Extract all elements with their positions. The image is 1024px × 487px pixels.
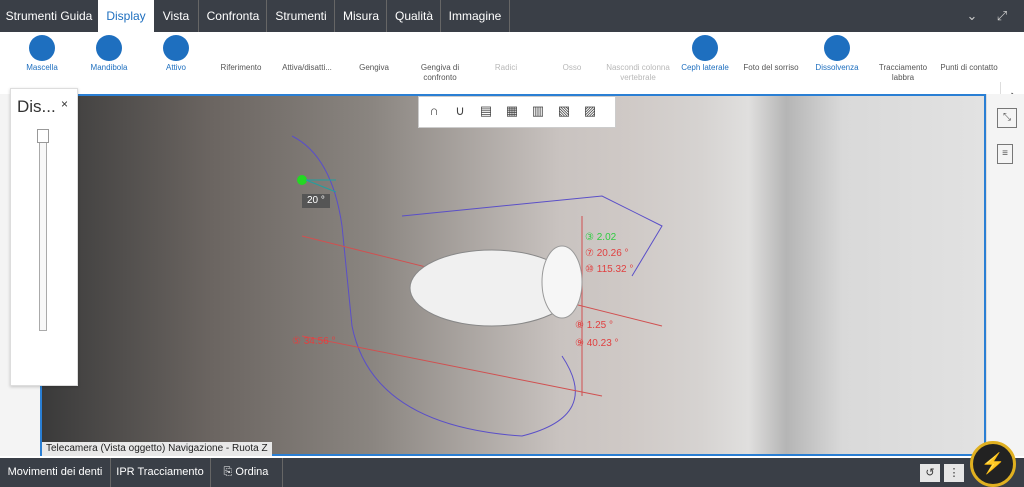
- toggle-icon: [294, 35, 320, 61]
- top-tab-bar: Strumenti Guida Display Vista Confronta …: [0, 0, 1024, 32]
- bone-icon: [559, 35, 585, 61]
- ipr-tracking-button[interactable]: IPR Tracciamento: [110, 458, 211, 487]
- contact-points-icon: [956, 35, 982, 61]
- bottom-bar: Movimenti dei denti IPR Tracciamento ⎘ O…: [0, 458, 1024, 487]
- dissolve-slider-track[interactable]: [39, 129, 47, 331]
- ribbon-contatto-button[interactable]: Punti di contatto: [937, 32, 1001, 92]
- side-view-icon[interactable]: ▦: [501, 100, 523, 122]
- reference-icon: [228, 35, 254, 61]
- measure-icon[interactable]: ⤡: [997, 108, 1017, 128]
- ribbon-label: Attivo: [165, 63, 186, 72]
- chevron-circle-icon[interactable]: ⌄: [964, 8, 980, 24]
- measurement-label: ⑦ 20.26 °: [585, 248, 629, 259]
- right-tool-strip: ⤡ ≡: [986, 94, 1024, 456]
- maxilla-icon: [29, 35, 55, 61]
- fade-icon: [824, 35, 850, 61]
- ribbon-label: Punti di contatto: [940, 63, 998, 72]
- expand-icon[interactable]: ⤢: [994, 8, 1010, 24]
- tab-vista[interactable]: Vista: [154, 0, 198, 32]
- measurement-label: ⑩ 115.32 °: [585, 264, 634, 275]
- ceph-line: [301, 335, 603, 397]
- ribbon-gengiva-button[interactable]: Gengiva: [342, 32, 406, 92]
- spine-icon: [625, 35, 651, 61]
- camera-status-label: Telecamera (Vista oggetto) Navigazione -…: [42, 442, 272, 456]
- tab-misura[interactable]: Misura: [334, 0, 387, 32]
- tab-display[interactable]: Display: [98, 0, 154, 32]
- ribbon-label: Nascondi colonna vertebrale: [606, 63, 670, 82]
- ribbon-label: Ceph laterale: [681, 63, 729, 72]
- ribbon-attivo-button[interactable]: Attivo: [144, 32, 208, 92]
- ribbon-mandibola-button[interactable]: Mandibola: [77, 32, 141, 92]
- dissolve-slider-thumb[interactable]: [37, 129, 49, 143]
- gingiva-icon: [361, 35, 387, 61]
- lightning-icon[interactable]: ⚡: [970, 441, 1016, 487]
- ribbon-label: Tracciamento labbra: [878, 63, 928, 82]
- ribbon-label: Attiva/disatti...: [282, 63, 332, 72]
- ribbon-riferimento-button[interactable]: Riferimento: [209, 32, 273, 92]
- view-eye-alt-icon[interactable]: ▨: [579, 100, 601, 122]
- ribbon-label: Gengiva: [359, 63, 389, 72]
- ribbon-label: Dissolvenza: [815, 63, 859, 72]
- 3d-viewport[interactable]: 20 ° ③ 2.02 ⑦ 20.26 ° ⑩ 115.32 ° ⑧ 1.25 …: [40, 94, 986, 456]
- tab-strumenti-guida[interactable]: Strumenti Guida: [0, 0, 98, 32]
- panel-title: Dis...: [17, 97, 56, 116]
- lip-trace-icon: [890, 35, 916, 61]
- undo-icon[interactable]: ↺: [920, 464, 940, 482]
- document-icon[interactable]: ≡: [997, 144, 1013, 164]
- tab-strumenti[interactable]: Strumenti: [266, 0, 335, 32]
- measurement-label: ③ 2.02: [585, 232, 617, 243]
- ribbon-ceph-button[interactable]: Ceph laterale: [673, 32, 737, 92]
- ribbon-label: Osso: [562, 63, 582, 72]
- roots-icon: [493, 35, 519, 61]
- ribbon-label: Gengiva di confronto: [420, 63, 460, 82]
- angle-handle[interactable]: [305, 179, 337, 193]
- ribbon-label: Mandibola: [90, 63, 128, 72]
- dissolve-panel: Dis... ×: [10, 88, 78, 386]
- front-view-icon[interactable]: ▤: [475, 100, 497, 122]
- measurement-label: ⑧ 1.25 °: [575, 320, 613, 331]
- ribbon-gengiva-confronto-button[interactable]: Gengiva di confronto: [408, 32, 472, 92]
- ribbon-label: Riferimento: [220, 63, 262, 72]
- view-eye-icon[interactable]: ▧: [553, 100, 575, 122]
- ribbon-radici-button[interactable]: Radici: [474, 32, 538, 92]
- mandible-icon: [96, 35, 122, 61]
- landmark-handle[interactable]: [297, 175, 307, 185]
- angle-badge: 20 °: [302, 194, 330, 208]
- smile-photo-icon: [758, 35, 784, 61]
- ribbon-attiva-button[interactable]: Attiva/disatti...: [275, 32, 339, 92]
- tab-confronta[interactable]: Confronta: [198, 0, 267, 32]
- ribbon-colonna-button[interactable]: Nascondi colonna vertebrale: [606, 32, 670, 92]
- compare-gingiva-icon: [427, 35, 453, 61]
- ribbon-dissolvenza-button[interactable]: Dissolvenza: [805, 32, 869, 92]
- close-icon[interactable]: ×: [61, 97, 68, 111]
- view-toolbar: ∩ ∪ ▤ ▦ ▥ ▧ ▨: [418, 96, 616, 128]
- teeth-model[interactable]: [541, 245, 583, 319]
- tab-immagine[interactable]: Immagine: [440, 0, 510, 32]
- lower-arch-icon[interactable]: ∪: [449, 100, 471, 122]
- tab-qualita[interactable]: Qualità: [386, 0, 441, 32]
- ribbon-labbra-button[interactable]: Tracciamento labbra: [871, 32, 935, 92]
- upper-arch-icon[interactable]: ∩: [423, 100, 445, 122]
- more-icon[interactable]: ⋮: [944, 464, 964, 482]
- display-ribbon: Mascella Mandibola Attivo Riferimento At…: [0, 32, 1024, 123]
- ribbon-mascella-button[interactable]: Mascella: [10, 32, 74, 92]
- order-icon: ⎘: [223, 466, 236, 478]
- ceph-icon: [692, 35, 718, 61]
- ribbon-foto-button[interactable]: Foto del sorriso: [739, 32, 803, 92]
- back-view-icon[interactable]: ▥: [527, 100, 549, 122]
- measurement-label: ⑨ 40.23 °: [575, 338, 619, 349]
- ribbon-label: Radici: [494, 63, 518, 72]
- ribbon-label: Foto del sorriso: [743, 63, 799, 72]
- order-label: Ordina: [235, 466, 269, 478]
- order-button[interactable]: ⎘ Ordina: [210, 458, 283, 487]
- measurement-label: ⑤ 34.56 °: [292, 336, 336, 347]
- ribbon-label: Mascella: [26, 63, 58, 72]
- ceph-overlay: [291, 135, 663, 437]
- tooth-movements-button[interactable]: Movimenti dei denti: [0, 458, 111, 487]
- active-jaw-icon: [163, 35, 189, 61]
- ribbon-osso-button[interactable]: Osso: [540, 32, 604, 92]
